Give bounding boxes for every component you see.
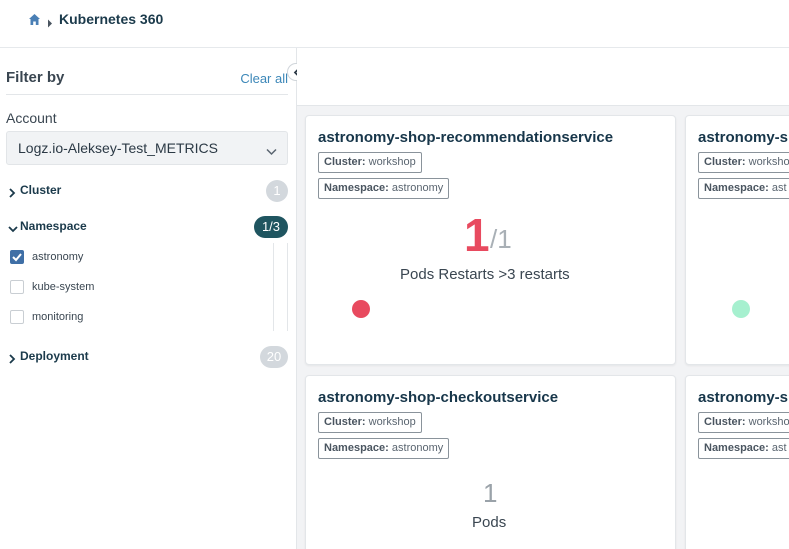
status-dot: [732, 300, 750, 318]
filter-title: Filter by: [6, 69, 65, 86]
facet-deployment-count: 20: [260, 346, 288, 368]
filter-sidebar: Filter by Clear all Account Logz.io-Alek…: [0, 48, 297, 549]
top-bar: Kubernetes 360: [0, 0, 789, 48]
namespace-scrollbar[interactable]: [273, 243, 288, 331]
facet-cluster[interactable]: Cluster 1: [6, 179, 288, 203]
chevron-right-icon: [8, 185, 16, 198]
tag-key: Namespace:: [704, 442, 769, 454]
facet-cluster-label: Cluster: [20, 183, 62, 197]
card-title[interactable]: astronomy-sh: [698, 129, 789, 146]
facet-namespace-count: 1/3: [254, 216, 288, 238]
card-title[interactable]: astronomy-shop-checkoutservice: [318, 389, 558, 406]
namespace-option-label: monitoring: [32, 311, 84, 323]
tag-value: workshop: [368, 416, 416, 428]
namespace-tag: Namespace: astronomy: [318, 178, 450, 199]
tag-value: worksho: [748, 156, 789, 168]
metric-value: 1: [483, 478, 498, 508]
chevron-down-icon: [8, 221, 18, 233]
facet-namespace[interactable]: Namespace 1/3: [6, 215, 288, 239]
status-dot: [352, 300, 370, 318]
tag-value: astronomy: [391, 182, 444, 194]
tag-value: astronomy: [391, 442, 444, 454]
chevron-right-icon: [47, 15, 53, 27]
metric-label: Pods: [472, 514, 507, 531]
facet-cluster-count: 1: [266, 180, 288, 202]
filter-header: Filter by Clear all: [6, 69, 288, 95]
namespace-tag: Namespace: ast: [698, 178, 789, 199]
checkbox[interactable]: [10, 280, 24, 294]
tag-key: Namespace:: [324, 442, 389, 454]
metric-value: 1: [464, 209, 490, 261]
card-title[interactable]: astronomy-shop-recommendationservice: [318, 129, 613, 146]
checkbox-checked[interactable]: [10, 250, 24, 264]
namespace-option-label: astronomy: [32, 251, 84, 263]
facet-deployment[interactable]: Deployment 20: [6, 345, 288, 369]
tag-key: Cluster:: [704, 156, 746, 168]
deployment-card[interactable]: astronomy-shop-recommendationservice Clu…: [305, 115, 676, 365]
deployment-card[interactable]: astronomy-sh Cluster: worksho Namespace:…: [685, 375, 789, 549]
page-title: Kubernetes 360: [59, 11, 164, 27]
tag-value: ast: [771, 442, 787, 454]
cluster-tag: Cluster: worksho: [698, 152, 789, 173]
facet-namespace-label: Namespace: [20, 219, 87, 233]
tag-key: Namespace:: [704, 182, 769, 194]
checkbox[interactable]: [10, 310, 24, 324]
deployment-card[interactable]: astronomy-sh Cluster: worksho Namespace:…: [685, 115, 789, 365]
cluster-tag: Cluster: worksho: [698, 412, 789, 433]
deployment-card[interactable]: astronomy-shop-checkoutservice Cluster: …: [305, 375, 676, 549]
chevron-right-icon: [8, 351, 16, 364]
namespace-option[interactable]: astronomy: [10, 246, 83, 268]
main-toolbar: [297, 48, 789, 106]
namespace-option[interactable]: monitoring: [10, 306, 83, 328]
clear-all-link[interactable]: Clear all: [240, 71, 288, 86]
tag-key: Namespace:: [324, 182, 389, 194]
metric-total: /1: [490, 224, 512, 254]
namespace-tag: Namespace: ast: [698, 438, 789, 459]
namespace-option[interactable]: kube-system: [10, 276, 94, 298]
metric-label: Pods Restarts >3 restarts: [400, 266, 570, 283]
breadcrumb: Kubernetes 360: [28, 11, 163, 27]
namespace-tag: Namespace: astronomy: [318, 438, 450, 459]
home-icon[interactable]: [28, 13, 41, 26]
account-select-value: Logz.io-Aleksey-Test_METRICS: [18, 140, 218, 156]
tag-value: worksho: [748, 416, 789, 428]
facet-deployment-label: Deployment: [20, 349, 89, 363]
account-label: Account: [6, 110, 57, 126]
namespace-option-label: kube-system: [32, 281, 95, 293]
cluster-tag: Cluster: workshop: [318, 412, 422, 433]
namespace-list: astronomy kube-system monitoring: [6, 243, 288, 331]
main-content: astronomy-shop-recommendationservice Clu…: [297, 48, 789, 549]
tag-key: Cluster:: [324, 156, 366, 168]
account-select[interactable]: Logz.io-Aleksey-Test_METRICS: [6, 131, 288, 165]
tag-key: Cluster:: [704, 416, 746, 428]
cluster-tag: Cluster: workshop: [318, 152, 422, 173]
tag-key: Cluster:: [324, 416, 366, 428]
card-title[interactable]: astronomy-sh: [698, 389, 789, 406]
tag-value: workshop: [368, 156, 416, 168]
chevron-down-icon: [266, 143, 277, 156]
tag-value: ast: [771, 182, 787, 194]
